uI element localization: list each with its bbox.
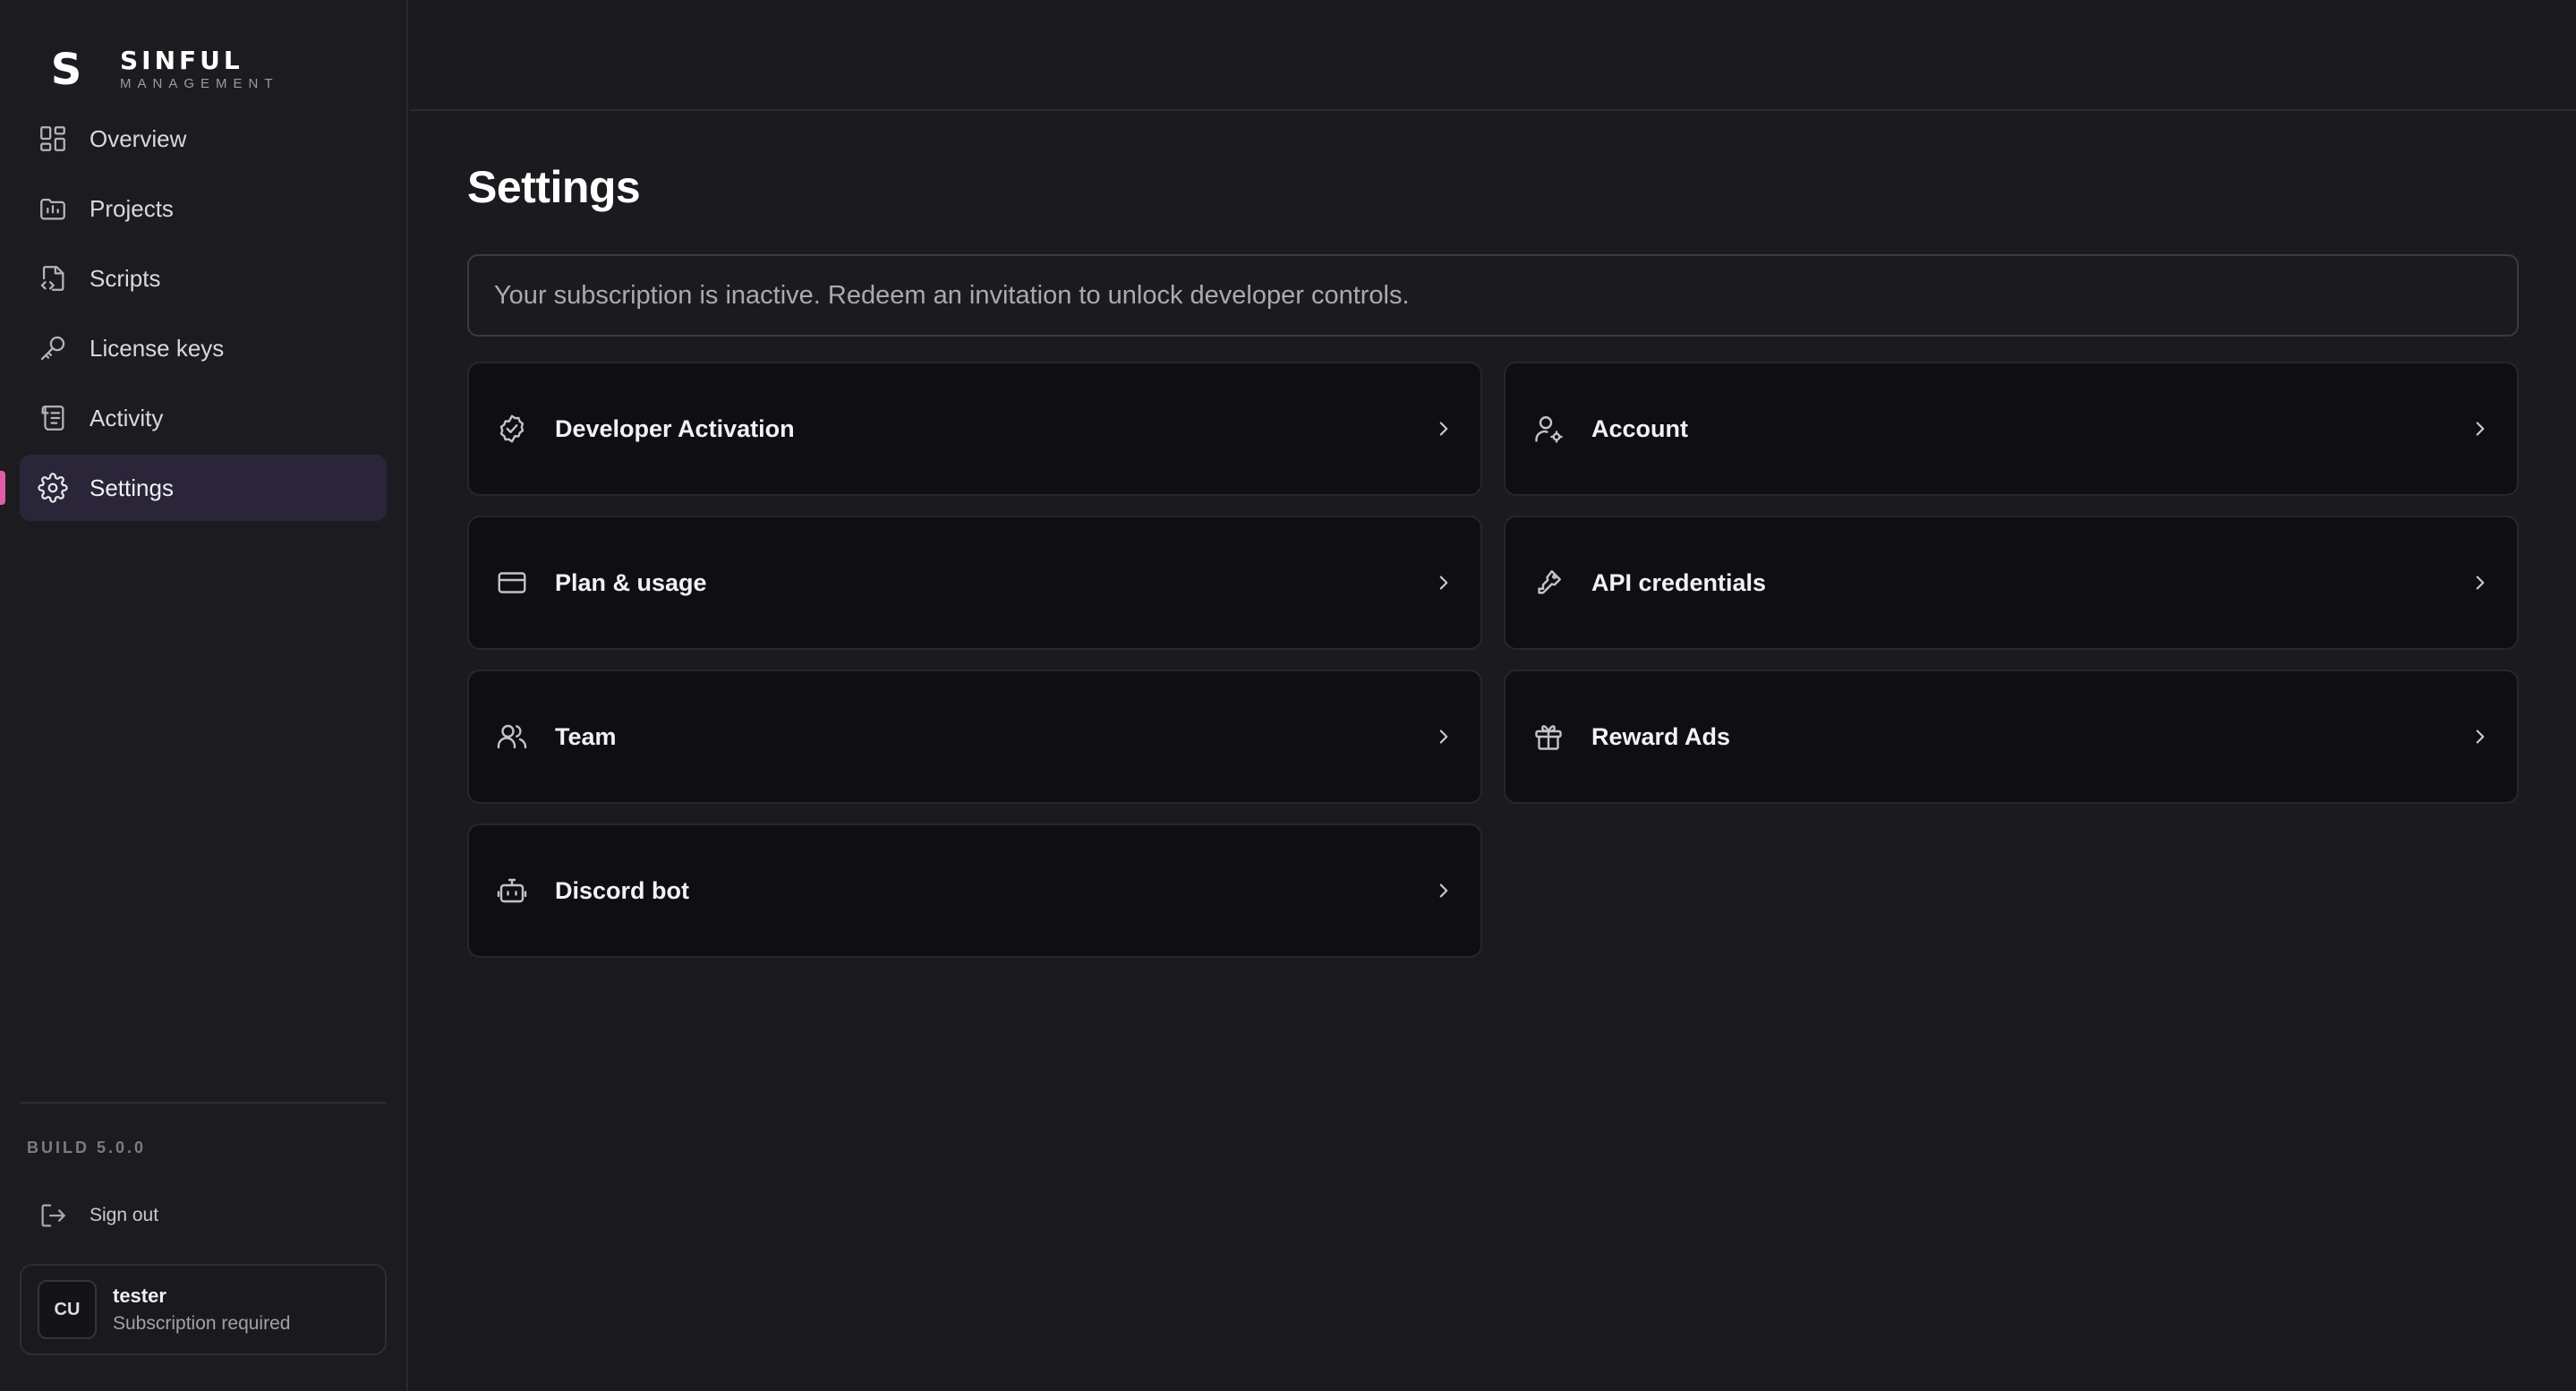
card-label: Account [1591,414,1688,442]
sidebar-divider [20,1102,387,1104]
chevron-right-icon [1432,725,1455,748]
sidebar-item-activity[interactable]: Activity [20,385,387,451]
sidebar-item-label: Activity [90,404,164,431]
badge-check-icon [496,413,528,445]
user-info: tester Subscription required [113,1284,290,1335]
gear-icon [38,473,68,503]
sidebar-item-overview[interactable]: Overview [20,106,387,172]
users-icon [496,721,528,753]
chevron-right-icon [1432,417,1455,440]
card-label: API credentials [1591,568,1767,596]
sidebar-item-label: Projects [90,194,174,222]
gift-icon [1532,721,1565,753]
build-version: BUILD 5.0.0 [27,1139,147,1156]
sidebar-item-label: Settings [90,474,174,501]
sidebar-item-scripts[interactable]: Scripts [20,245,387,311]
card-reward-ads[interactable]: Reward Ads [1504,670,2519,804]
user-card[interactable]: CU tester Subscription required [20,1264,387,1355]
folder-icon [38,193,68,224]
chevron-right-icon [1432,879,1455,902]
sign-out-icon [38,1200,68,1231]
card-label: Plan & usage [555,568,707,596]
brand-mark: S [50,45,82,95]
chevron-right-icon [2469,417,2492,440]
settings-grid: Developer Activation Account Plan & usag… [467,362,2519,958]
active-indicator [0,471,5,505]
file-code-icon [38,263,68,294]
sidebar: S SINFUL MANAGEMENT Overview Projects Sc… [0,0,408,1391]
grid-icon [38,124,68,154]
card-api-credentials[interactable]: API credentials [1504,516,2519,650]
card-developer-activation[interactable]: Developer Activation [467,362,1482,496]
card-discord-bot[interactable]: Discord bot [467,824,1482,958]
brand-subtitle: MANAGEMENT [120,76,279,91]
card-label: Reward Ads [1591,722,1731,750]
user-status: Subscription required [113,1313,291,1334]
sign-out-button[interactable]: Sign out [38,1198,158,1233]
card-account[interactable]: Account [1504,362,2519,496]
sidebar-nav: Overview Projects Scripts License keys A… [0,106,387,525]
brand-text: SINFUL MANAGEMENT [120,47,279,92]
user-name: tester [113,1284,166,1307]
sidebar-item-projects[interactable]: Projects [20,175,387,242]
chevron-right-icon [2469,725,2492,748]
brand-logo[interactable]: S SINFUL MANAGEMENT [47,45,279,95]
top-bar [410,0,2576,111]
brand-name: SINFUL [120,46,243,75]
user-gear-icon [1532,413,1565,445]
sidebar-item-label: Overview [90,124,187,152]
avatar: CU [38,1280,97,1339]
sidebar-item-license-keys[interactable]: License keys [20,315,387,381]
card-plan-usage[interactable]: Plan & usage [467,516,1482,650]
app-root: S SINFUL MANAGEMENT Overview Projects Sc… [0,0,2576,1391]
key-icon [1532,567,1565,599]
sidebar-item-label: License keys [90,334,225,362]
sign-out-label: Sign out [90,1205,159,1225]
scroll-icon [38,403,68,433]
card-label: Team [555,722,617,750]
card-label: Discord bot [555,876,690,904]
card-team[interactable]: Team [467,670,1482,804]
sidebar-item-label: Scripts [90,264,161,292]
subscription-notice: Your subscription is inactive. Redeem an… [467,254,2519,337]
bot-icon [496,875,528,907]
key-icon [38,333,68,363]
sidebar-item-settings[interactable]: Settings [0,455,387,521]
card-label: Developer Activation [555,414,795,442]
page-title: Settings [467,162,641,212]
chevron-right-icon [1432,571,1455,594]
chevron-right-icon [2469,571,2492,594]
credit-card-icon [496,567,528,599]
